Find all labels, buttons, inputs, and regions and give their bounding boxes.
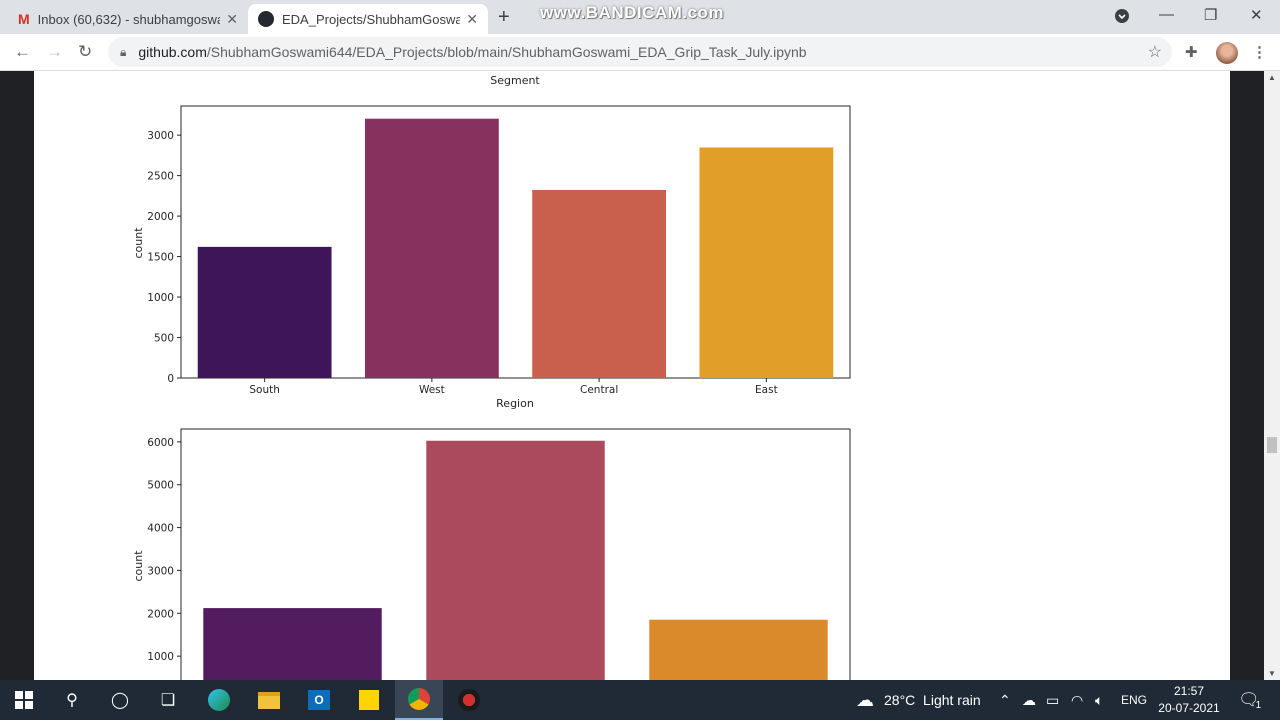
scrollbar-thumb[interactable] xyxy=(1267,437,1277,453)
y-tick-label: 3000 xyxy=(147,130,174,142)
chart1-yticks: 0 500 1000 1500 2000 2500 3000 xyxy=(147,130,181,385)
bar xyxy=(364,118,499,378)
notebook-page: Segment 0 500 1000 1500 2000 2500 3000 South We… xyxy=(34,71,1230,680)
cloud-rain-icon: ☁ xyxy=(856,689,874,710)
system-clock[interactable]: 21:57 20-07-2021 xyxy=(1156,683,1222,717)
y-tick-label: 500 xyxy=(154,333,174,345)
y-tick-label: 6000 xyxy=(147,437,174,449)
chart2-ylabel: count xyxy=(132,550,145,582)
restore-icon[interactable]: ❐ xyxy=(1204,6,1217,24)
url-path: /ShubhamGoswami644/EDA_Projects/blob/mai… xyxy=(206,44,807,60)
x-tick-label: Central xyxy=(580,384,618,396)
chart1-xlabel: Region xyxy=(496,397,534,410)
page-scrollbar[interactable]: ▲ ▼ xyxy=(1264,71,1280,680)
windows-taskbar: ⚲ ◯ ❏ O ☁ 28°C Light rain ⌃ ☁ ▭ ◠ 🔈︎ ENG… xyxy=(0,680,1280,720)
outlook-icon[interactable]: O xyxy=(305,686,333,714)
weather-text: 28°C Light rain xyxy=(884,692,981,708)
clock-time: 21:57 xyxy=(1173,684,1205,698)
tab-github-eda[interactable]: EDA_Projects/ShubhamGoswami ✕ xyxy=(248,4,488,34)
github-icon xyxy=(258,11,274,27)
browser-toolbar: ← → ↻ 🔒︎ github.com/ShubhamGoswami644/ED… xyxy=(0,34,1280,71)
y-tick-label: 2000 xyxy=(147,608,174,620)
y-tick-label: 1500 xyxy=(147,252,174,264)
y-tick-label: 0 xyxy=(167,373,174,385)
y-tick-label: 3000 xyxy=(147,565,174,577)
close-window-icon[interactable]: ✕ xyxy=(1250,6,1263,24)
input-language[interactable]: ENG xyxy=(1121,680,1147,720)
scroll-up-arrow-icon[interactable]: ▲ xyxy=(1268,73,1276,82)
bar xyxy=(649,619,828,680)
gmail-icon: M xyxy=(18,11,30,27)
browser-tab-strip: M Inbox (60,632) - shubhamgoswa ✕ EDA_Pr… xyxy=(0,0,1280,34)
tab-gmail-inbox[interactable]: M Inbox (60,632) - shubhamgoswa ✕ xyxy=(8,4,248,34)
bar xyxy=(699,147,834,378)
page-viewport: Segment 0 500 1000 1500 2000 2500 3000 South We… xyxy=(0,71,1280,680)
y-tick-label: 2000 xyxy=(147,211,174,223)
bandicam-watermark: www.BANDICAM.com xyxy=(540,3,724,22)
bar xyxy=(426,440,605,680)
tab-search-icon[interactable] xyxy=(1114,8,1130,28)
onedrive-icon[interactable]: ☁ xyxy=(1022,680,1036,720)
notification-center-icon[interactable]: 🗨︎ 1 xyxy=(1238,680,1261,720)
close-icon[interactable]: ✕ xyxy=(466,11,478,28)
minimize-icon[interactable]: — xyxy=(1159,6,1174,23)
new-tab-button[interactable]: + xyxy=(498,6,510,29)
address-bar[interactable]: 🔒︎ github.com/ShubhamGoswami644/EDA_Proj… xyxy=(108,37,1172,67)
y-tick-label: 1000 xyxy=(147,651,174,663)
wifi-icon[interactable]: ◠ xyxy=(1071,680,1083,720)
extensions-puzzle-icon[interactable]: ✚ xyxy=(1185,43,1198,61)
forward-arrow-icon[interactable]: → xyxy=(46,42,63,62)
windows-start-icon[interactable] xyxy=(10,686,38,714)
clock-date: 20-07-2021 xyxy=(1158,701,1220,715)
cortana-icon[interactable]: ◯ xyxy=(106,686,134,714)
second-count-chart: 1000 2000 3000 4000 5000 6000 count xyxy=(132,428,851,680)
profile-avatar[interactable] xyxy=(1216,42,1238,64)
battery-icon[interactable]: ▭ xyxy=(1046,680,1059,720)
file-explorer-icon[interactable] xyxy=(255,686,283,714)
tab-title: Inbox (60,632) - shubhamgoswa xyxy=(37,11,221,27)
scroll-down-arrow-icon[interactable]: ▼ xyxy=(1268,669,1276,678)
y-tick-label: 4000 xyxy=(147,523,174,535)
sticky-notes-icon[interactable] xyxy=(355,686,383,714)
url-host: github.com xyxy=(138,44,207,60)
back-arrow-icon[interactable]: ← xyxy=(14,42,31,62)
bandicam-record-icon[interactable] xyxy=(455,686,483,714)
weather-widget[interactable]: ☁ 28°C Light rain xyxy=(856,680,981,720)
chart1-ylabel: count xyxy=(132,227,145,259)
reload-icon[interactable]: ↻ xyxy=(78,42,92,62)
x-tick-label: South xyxy=(249,384,280,396)
chart2-yticks: 1000 2000 3000 4000 5000 6000 xyxy=(147,437,181,663)
notebook-plots: Segment 0 500 1000 1500 2000 2500 3000 South We… xyxy=(132,74,851,680)
prev-plot-xlabel: Segment xyxy=(490,74,540,87)
task-view-icon[interactable]: ❏ xyxy=(154,686,182,714)
tab-title: EDA_Projects/ShubhamGoswami xyxy=(282,11,461,27)
show-hidden-icons-chevron-icon[interactable]: ⌃ xyxy=(999,680,1011,720)
menu-kebab-icon[interactable]: ⋮ xyxy=(1252,43,1267,61)
lock-icon: 🔒︎ xyxy=(120,44,127,59)
bookmark-star-icon[interactable]: ☆ xyxy=(1148,42,1162,62)
bar xyxy=(197,246,332,378)
notification-count: 1 xyxy=(1255,699,1262,711)
bar xyxy=(203,608,382,680)
x-tick-label: East xyxy=(755,384,778,396)
chrome-icon[interactable] xyxy=(395,680,443,720)
chart1-xticks: South West Central East xyxy=(249,378,778,396)
close-icon[interactable]: ✕ xyxy=(226,11,238,28)
search-icon[interactable]: ⚲ xyxy=(58,686,86,714)
volume-icon[interactable]: 🔈︎ xyxy=(1095,680,1103,720)
y-tick-label: 1000 xyxy=(147,292,174,304)
x-tick-label: West xyxy=(419,384,445,396)
region-count-chart: 0 500 1000 1500 2000 2500 3000 South West Centra… xyxy=(132,105,851,410)
y-tick-label: 5000 xyxy=(147,480,174,492)
y-tick-label: 2500 xyxy=(147,171,174,183)
bar xyxy=(532,189,667,378)
edge-browser-icon[interactable] xyxy=(205,686,233,714)
